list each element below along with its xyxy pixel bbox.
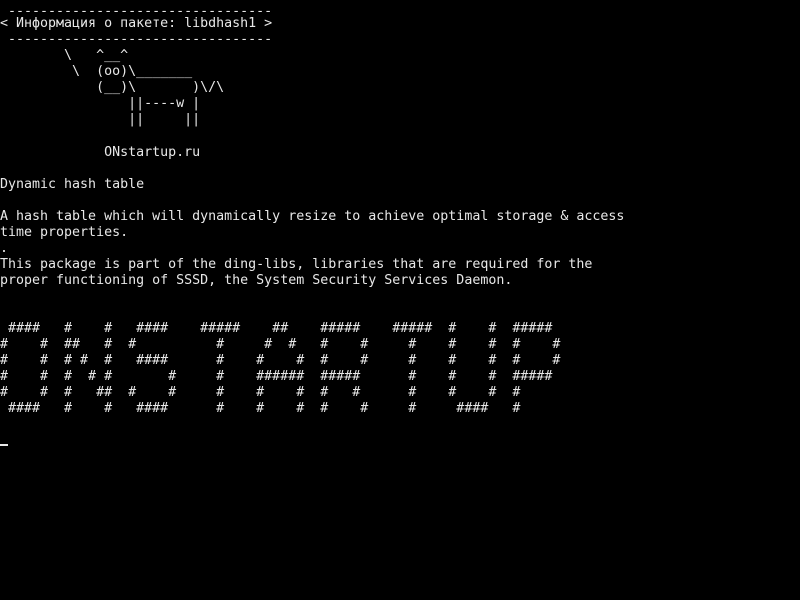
banner-ascii-line: #### # # #### # # # # # # #### # <box>0 401 521 416</box>
package-description-line: time properties. <box>0 225 129 240</box>
package-description-line: A hash table which will dynamically resi… <box>0 209 625 224</box>
banner-ascii-line: # # # # # #### # # # # # # # # # # <box>0 353 561 368</box>
package-summary: Dynamic hash table <box>0 177 145 192</box>
banner-ascii-line: #### # # #### ##### ## ##### ##### # # #… <box>0 321 553 336</box>
banner-ascii-line: # # # # # # # ###### ##### # # # ##### <box>0 369 553 384</box>
banner-ascii-line: # # # ## # # # # # # # # # # # <box>0 385 521 400</box>
bubble-text: < Информация о пакете: libdhash1 > <box>0 16 273 31</box>
cow-ascii-line: || || <box>0 112 201 127</box>
cow-ascii-line: (__)\ )\/\ <box>0 80 225 95</box>
terminal-screen[interactable]: --------------------------------- < Инфо… <box>0 0 800 600</box>
text-cursor <box>0 444 8 446</box>
cow-ascii-line: ||----w | <box>0 96 201 111</box>
cow-ascii-line: \ ^__^ <box>0 48 129 63</box>
package-description-line: . <box>0 241 9 256</box>
banner-ascii-line: # # ## # # # # # # # # # # # # <box>0 337 561 352</box>
package-description-line: proper functioning of SSSD, the System S… <box>0 273 513 288</box>
bubble-bottom-border: --------------------------------- <box>0 32 273 47</box>
site-label: ONstartup.ru <box>0 145 201 160</box>
package-description-line: This package is part of the ding-libs, l… <box>0 257 593 272</box>
cow-ascii-line: \ (oo)\_______ <box>0 64 193 79</box>
